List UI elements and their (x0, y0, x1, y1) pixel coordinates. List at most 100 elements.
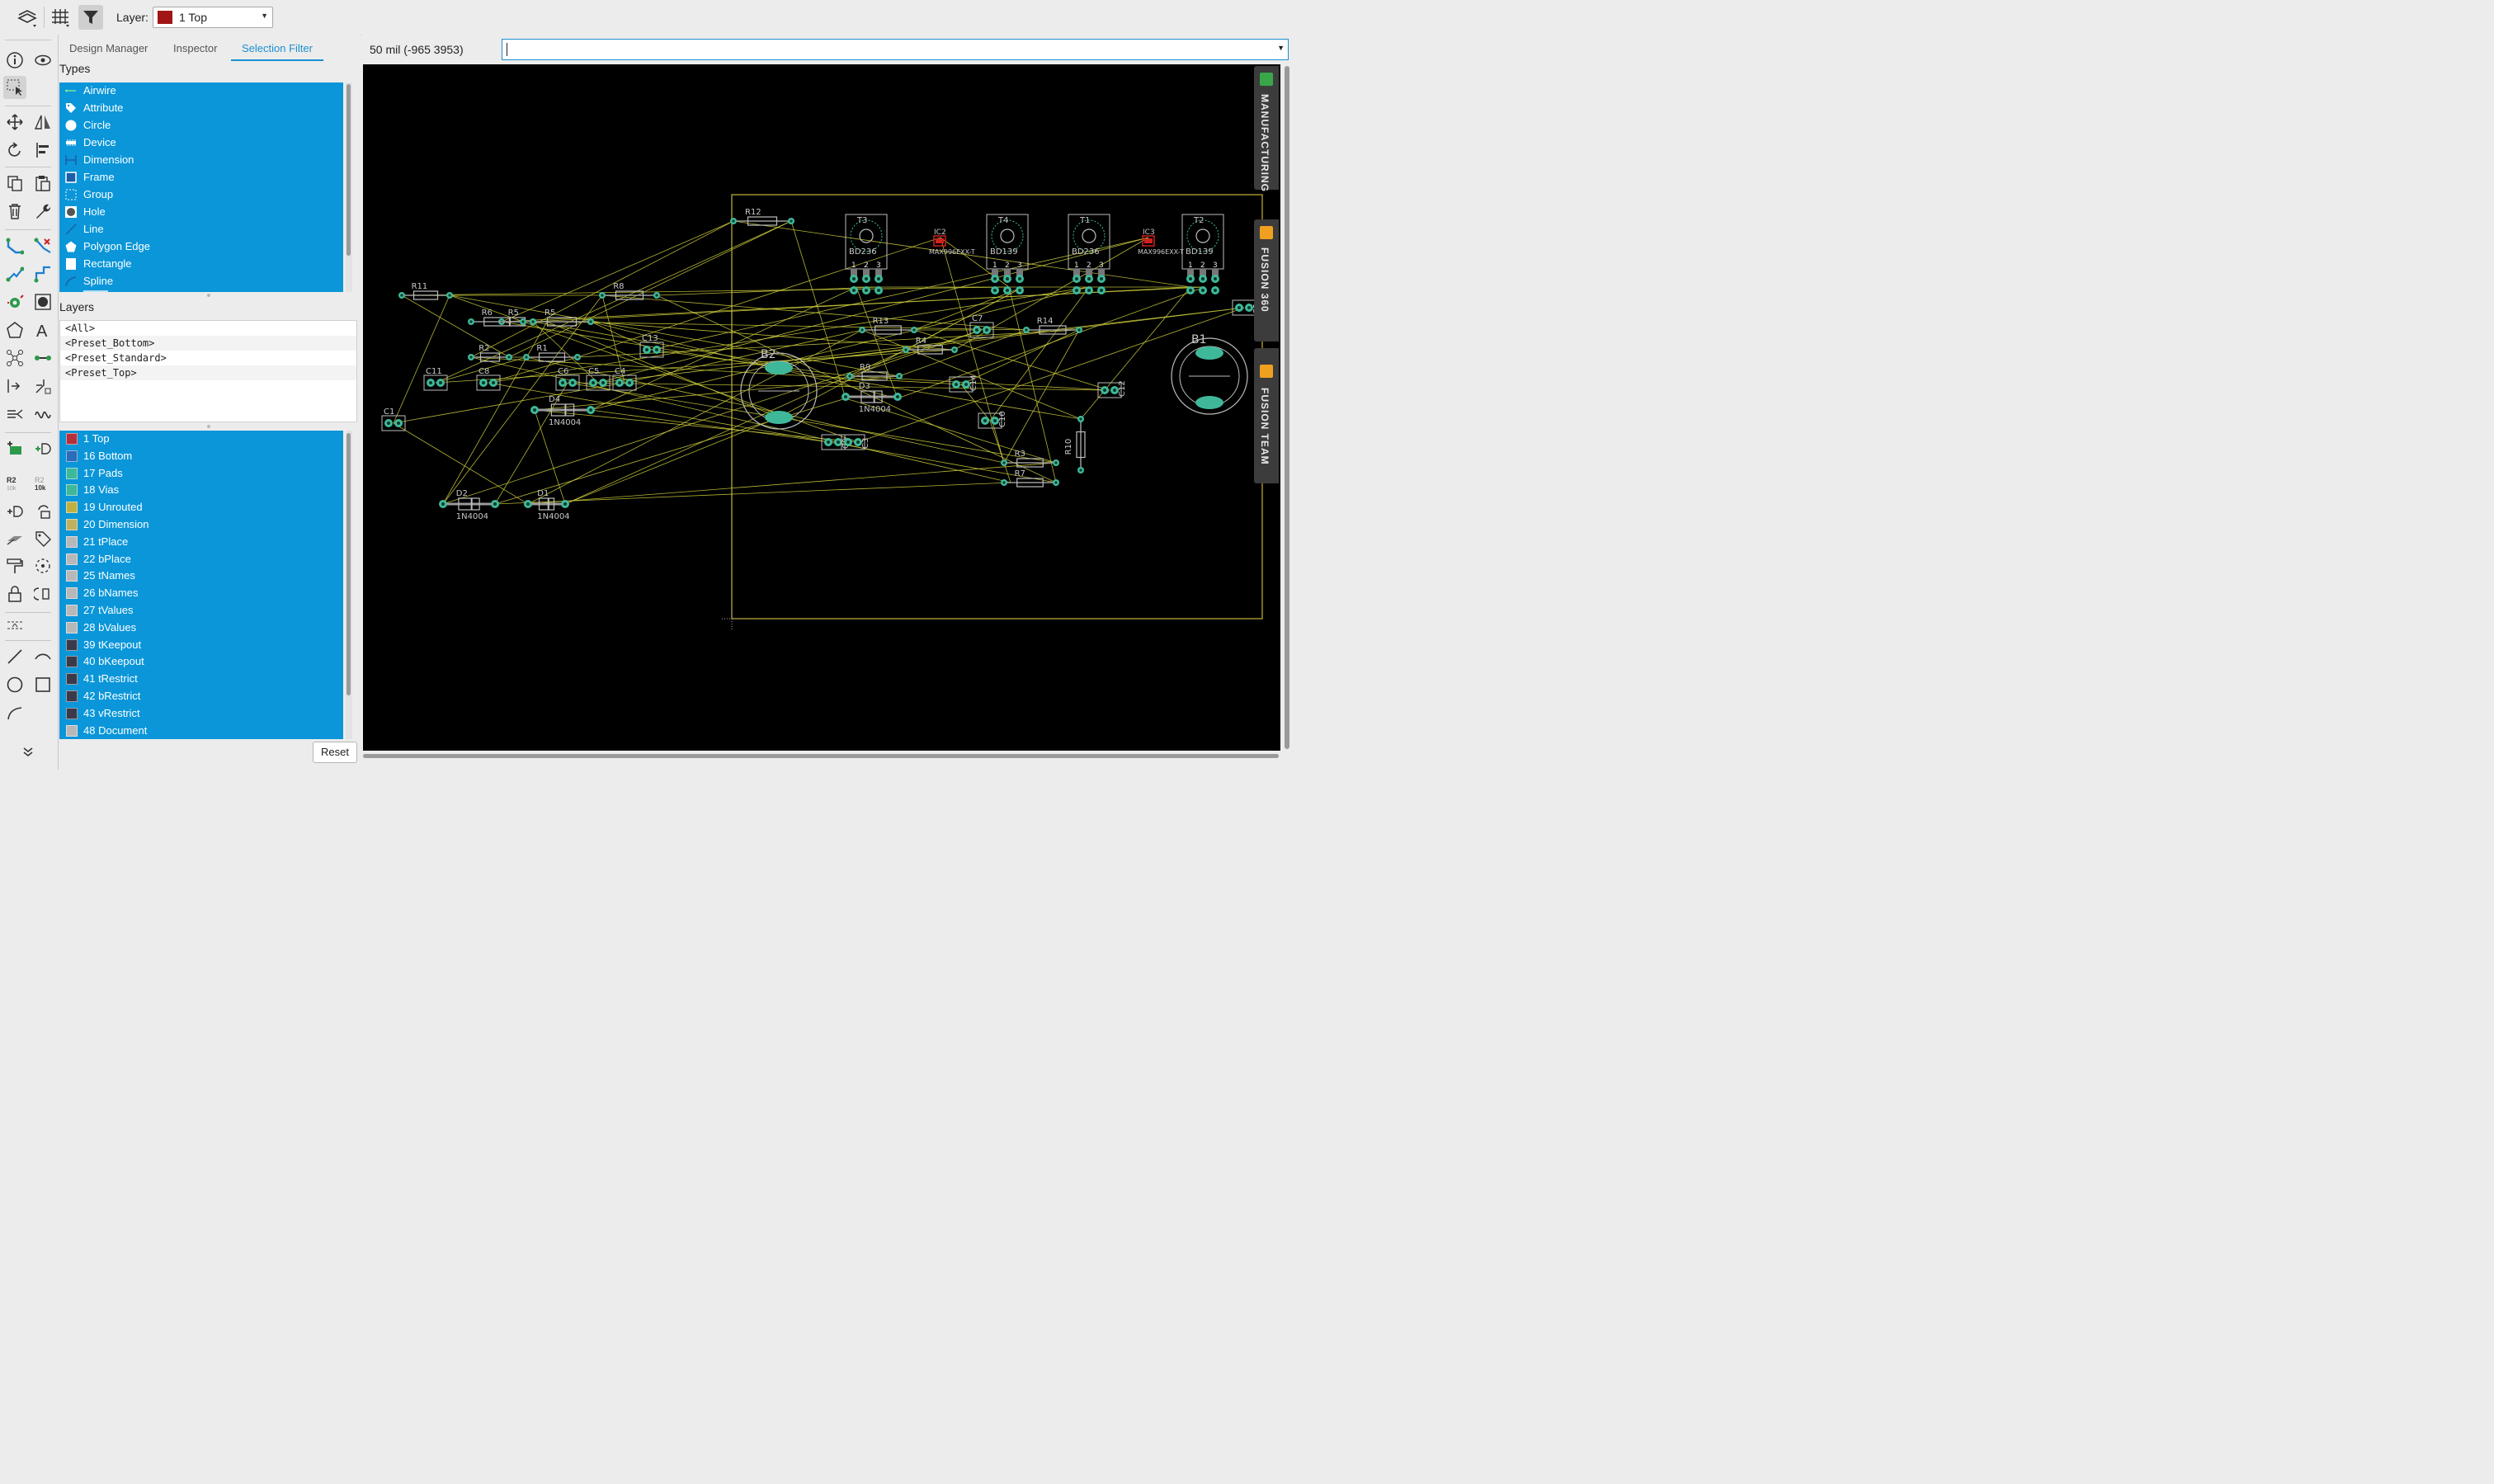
meander-icon[interactable] (31, 403, 54, 426)
filter-icon[interactable] (78, 5, 103, 30)
layer-item[interactable]: 18 Vias (59, 482, 343, 498)
type-item-device[interactable]: Device (59, 134, 343, 151)
rectangle-draw-icon[interactable] (31, 673, 54, 696)
layer-item[interactable]: 43 vRestrict (59, 705, 343, 722)
text-icon[interactable]: A (31, 318, 54, 342)
layer-item[interactable]: 16 Bottom (59, 448, 343, 464)
layer-dropdown[interactable]: 1 Top ▼ (153, 7, 273, 28)
show-eye-icon[interactable] (31, 49, 54, 72)
tab-inspector[interactable]: Inspector (163, 36, 228, 61)
type-item-group[interactable]: Group (59, 186, 343, 203)
canvas-vertical-scrollbar[interactable] (1282, 64, 1292, 751)
mirror-icon[interactable] (31, 111, 54, 134)
miter-icon[interactable] (31, 375, 54, 398)
layers-icon[interactable] (15, 5, 40, 30)
preset-item[interactable]: <Preset_Top> (60, 365, 356, 380)
wire-icon[interactable] (31, 346, 54, 370)
layer-item[interactable]: 27 tValues (59, 602, 343, 619)
layer-item[interactable]: 1 Top (59, 431, 343, 447)
polygon-icon[interactable] (3, 318, 26, 342)
fusion360-tab[interactable]: FUSION 360 (1254, 219, 1279, 342)
command-input[interactable]: ▼ (502, 39, 1289, 60)
optimize-icon[interactable] (3, 527, 26, 550)
type-item-spline[interactable]: Spline (59, 273, 343, 290)
type-item-airwire[interactable]: Airwire (59, 82, 343, 99)
preset-item[interactable]: <Preset_Standard> (60, 351, 356, 365)
copy-icon[interactable] (3, 172, 26, 195)
group-icon[interactable] (31, 554, 54, 577)
hole-icon[interactable] (31, 290, 54, 313)
signal-icon[interactable] (3, 346, 26, 370)
pad-drill (387, 422, 390, 425)
split-icon[interactable] (3, 403, 26, 426)
type-item-hole[interactable]: Hole (59, 204, 343, 220)
select-icon[interactable] (3, 76, 26, 99)
layer-item[interactable]: 17 Pads (59, 465, 343, 482)
paste-icon[interactable] (31, 172, 54, 195)
change-icon[interactable] (31, 582, 54, 605)
preset-item[interactable]: <Preset_Bottom> (60, 336, 356, 351)
line-draw-icon[interactable] (3, 645, 26, 668)
align-icon[interactable] (31, 139, 54, 162)
layer-item[interactable]: 21 tPlace (59, 534, 343, 550)
layer-item[interactable]: 25 tNames (59, 568, 343, 584)
spline-draw-icon[interactable] (3, 701, 26, 724)
smash-icon[interactable] (3, 375, 26, 398)
type-item-polygon-edge[interactable]: Polygon Edge (59, 238, 343, 255)
layer-item[interactable]: 26 bNames (59, 585, 343, 601)
type-item-rectangle[interactable]: Rectangle (59, 256, 343, 272)
layer-item[interactable]: 28 bValues (59, 620, 343, 636)
move-icon[interactable] (3, 111, 26, 134)
slice-icon[interactable] (31, 262, 54, 285)
layer-item[interactable]: 42 bRestrict (59, 688, 343, 704)
types-scrollbar[interactable] (346, 82, 352, 292)
autoroute-icon[interactable] (3, 262, 26, 285)
layer-item[interactable]: 39 tKeepout (59, 637, 343, 653)
preset-item[interactable]: <All> (60, 321, 356, 336)
wrench-icon[interactable] (31, 200, 54, 223)
layer-item[interactable]: 40 bKeepout (59, 653, 343, 670)
type-item-circle[interactable]: Circle (59, 117, 343, 134)
via-icon[interactable] (3, 290, 26, 313)
reset-button[interactable]: Reset (313, 742, 357, 763)
manufacturing-tab[interactable]: MANUFACTURING (1254, 66, 1279, 192)
canvas-horizontal-scrollbar[interactable] (363, 752, 1280, 759)
board-canvas[interactable]: R12 R11 R5 R8 R6 R5 R2 R1 C13 C11 C8 C6 C5 C4 D4 1N4004… (363, 64, 1280, 751)
layers-scrollbar[interactable] (346, 431, 352, 739)
fusion-team-tab[interactable]: FUSION TEAM (1254, 348, 1279, 483)
type-item-dimension[interactable]: Dimension (59, 152, 343, 168)
layer-item[interactable]: 22 bPlace (59, 551, 343, 568)
name-icon[interactable]: R2 10k (3, 472, 26, 495)
paint-roller-icon[interactable] (3, 554, 26, 577)
ripup-icon[interactable] (31, 234, 54, 257)
chevron-down-icon[interactable]: ▼ (1277, 44, 1285, 52)
rotate-icon[interactable] (3, 139, 26, 162)
pad-drill (877, 289, 880, 292)
circle-draw-icon[interactable] (3, 673, 26, 696)
swap-icon[interactable] (31, 500, 54, 523)
attribute-tag-icon[interactable] (31, 527, 54, 550)
grid-icon[interactable] (48, 5, 73, 30)
pcb-layout[interactable]: R12R11R5R8R6 R5R2 R1C13C11 C8 C6 C5 C4D41N4004… (363, 64, 1280, 751)
type-item-attribute[interactable]: Attribute (59, 100, 343, 116)
value-icon[interactable]: R2 10k (31, 472, 54, 495)
pad-drill (912, 328, 916, 332)
type-item-frame[interactable]: Frame (59, 169, 343, 186)
layer-item[interactable]: 48 Document (59, 723, 343, 739)
lock-icon[interactable] (3, 582, 26, 605)
tab-design-manager[interactable]: Design Manager (59, 36, 158, 61)
info-icon[interactable] (3, 49, 26, 72)
add-part-icon[interactable] (3, 437, 26, 460)
route-icon[interactable] (3, 234, 26, 257)
type-item-line[interactable]: Line (59, 221, 343, 238)
delete-icon[interactable] (3, 200, 26, 223)
collapse-icon[interactable] (3, 614, 26, 637)
layer-item[interactable]: 20 Dimension (59, 516, 343, 533)
expand-more-icon[interactable] (17, 740, 40, 763)
add-pin-icon[interactable] (31, 437, 54, 460)
tab-selection-filter[interactable]: Selection Filter (231, 36, 323, 61)
layer-item[interactable]: 19 Unrouted (59, 499, 343, 516)
arc-icon[interactable] (31, 645, 54, 668)
layer-item[interactable]: 41 tRestrict (59, 671, 343, 687)
replace-icon[interactable] (3, 500, 26, 523)
